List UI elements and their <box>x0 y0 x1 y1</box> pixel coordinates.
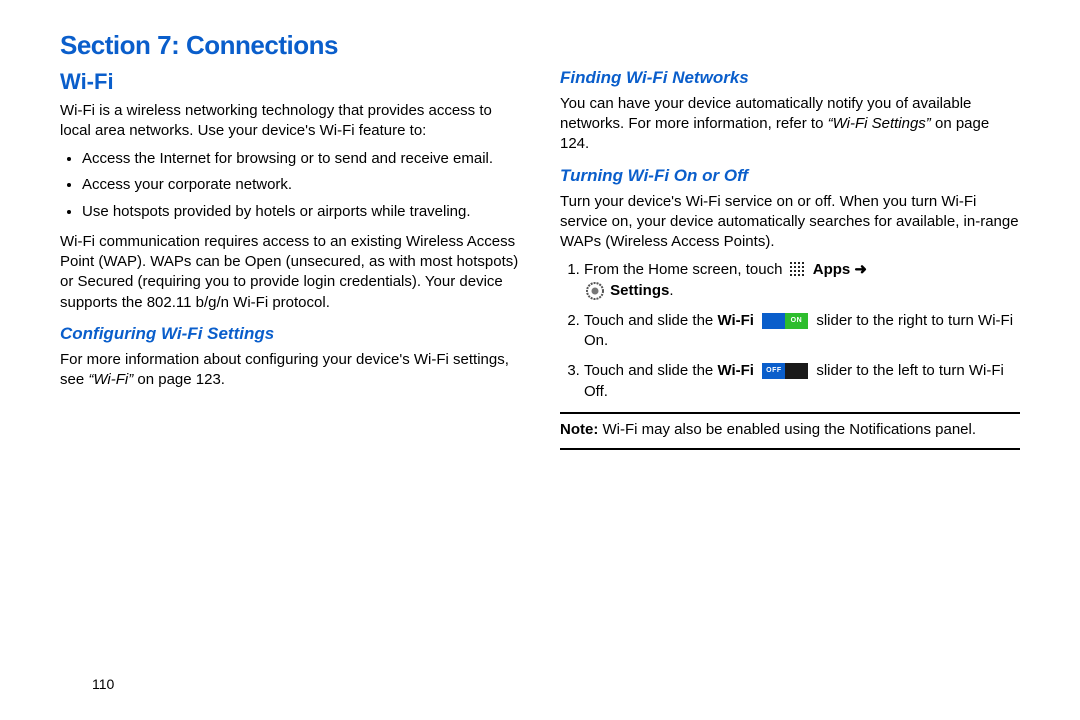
wifi-label: Wi-Fi <box>717 362 754 379</box>
turning-intro: Turn your device's Wi-Fi service on or o… <box>560 192 1020 253</box>
text: . <box>669 282 673 299</box>
steps-list: From the Home screen, touch <box>560 260 1020 402</box>
text: Touch and slide the <box>584 312 717 329</box>
wifi-slider-off-icon <box>762 363 808 379</box>
wifi-slider-on-icon <box>762 313 808 329</box>
apps-grid-icon <box>789 261 807 279</box>
wifi-intro: Wi-Fi is a wireless networking technolog… <box>60 101 520 142</box>
left-column: Wi-Fi Wi-Fi is a wireless networking tec… <box>60 67 520 720</box>
wifi-settings-reference: “Wi-Fi Settings” <box>828 115 931 132</box>
configuring-heading: Configuring Wi-Fi Settings <box>60 323 520 346</box>
note-text: Wi-Fi may also be enabled using the Noti… <box>598 421 976 438</box>
right-column: Finding Wi-Fi Networks You can have your… <box>560 67 1020 720</box>
arrow-icon: ➜ <box>850 261 867 278</box>
separator <box>560 412 1020 414</box>
settings-gear-icon <box>586 282 604 300</box>
wifi-label: Wi-Fi <box>717 312 754 329</box>
list-item: Use hotspots provided by hotels or airpo… <box>82 202 520 222</box>
text: From the Home screen, touch <box>584 261 787 278</box>
wap-paragraph: Wi-Fi communication requires access to a… <box>60 232 520 313</box>
finding-paragraph: You can have your device automatically n… <box>560 94 1020 155</box>
section-title: Section 7: Connections <box>60 30 1020 61</box>
wifi-reference: “Wi-Fi” <box>88 371 133 388</box>
turning-heading: Turning Wi-Fi On or Off <box>560 165 1020 188</box>
step-2: Touch and slide the Wi-Fi slider to the … <box>584 311 1020 352</box>
step-3: Touch and slide the Wi-Fi slider to the … <box>584 361 1020 402</box>
wifi-feature-list: Access the Internet for browsing or to s… <box>60 149 520 222</box>
wifi-heading: Wi-Fi <box>60 67 520 97</box>
step-1: From the Home screen, touch <box>584 260 1020 301</box>
list-item: Access the Internet for browsing or to s… <box>82 149 520 169</box>
text: Touch and slide the <box>584 362 717 379</box>
configuring-paragraph: For more information about configuring y… <box>60 350 520 391</box>
finding-heading: Finding Wi-Fi Networks <box>560 67 1020 90</box>
note-label: Note: <box>560 421 598 438</box>
page-number: 110 <box>92 676 114 692</box>
separator <box>560 448 1020 450</box>
list-item: Access your corporate network. <box>82 175 520 195</box>
apps-label: Apps <box>813 261 851 278</box>
text: on page 123. <box>133 371 225 388</box>
settings-label: Settings <box>610 282 669 299</box>
note: Note: Wi-Fi may also be enabled using th… <box>560 420 1020 440</box>
